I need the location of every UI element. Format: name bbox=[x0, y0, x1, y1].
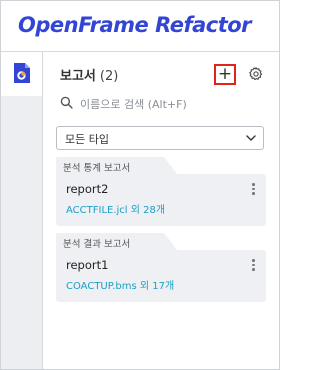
search-icon bbox=[60, 96, 73, 109]
rail-item-reports[interactable] bbox=[1, 52, 42, 96]
group-tab: 분석 결과 보고서 bbox=[56, 233, 178, 251]
report-card[interactable]: report1 COACTUP.bms 외 17개 bbox=[56, 250, 266, 302]
more-options-icon[interactable] bbox=[252, 183, 256, 197]
report-card[interactable]: report2 ACCTFILE.jcl 외 28개 bbox=[56, 174, 266, 226]
app-window: OpenFrame Refactor 보고서 (2) + 이름으로 검색 (Al… bbox=[0, 0, 280, 370]
group-title: 분석 통계 보고서 bbox=[63, 163, 131, 174]
app-header: OpenFrame Refactor bbox=[1, 1, 279, 52]
report-files-link[interactable]: COACTUP.bms 외 17개 bbox=[66, 277, 174, 292]
more-options-icon[interactable] bbox=[252, 259, 256, 273]
panel-title: 보고서 (2) bbox=[60, 65, 118, 84]
report-count: (2) bbox=[99, 69, 119, 84]
group-tab: 분석 통계 보고서 bbox=[56, 157, 178, 175]
report-panel: 보고서(2) + 모든 타입 분석 통계 보고서 rep bbox=[43, 52, 279, 369]
report-files-link[interactable]: ACCTFILE.jcl 외 28개 bbox=[66, 201, 165, 216]
app-logo: OpenFrame Refactor bbox=[18, 13, 252, 37]
group-title: 분석 결과 보고서 bbox=[63, 239, 131, 250]
report-name: report1 bbox=[66, 258, 109, 272]
type-filter-value: 모든 타입 bbox=[65, 133, 109, 146]
panel-title-label: 보고서 bbox=[60, 69, 96, 84]
report-document-icon bbox=[14, 63, 30, 83]
type-filter-select[interactable]: 모든 타입 bbox=[56, 126, 264, 150]
add-icon: + bbox=[217, 64, 233, 84]
chevron-down-icon bbox=[246, 135, 256, 141]
side-rail bbox=[1, 52, 43, 369]
search-box bbox=[60, 94, 265, 114]
add-report-button[interactable]: + bbox=[214, 64, 236, 85]
search-input[interactable] bbox=[80, 94, 260, 114]
report-name: report2 bbox=[66, 182, 109, 196]
gear-icon[interactable] bbox=[248, 66, 264, 82]
